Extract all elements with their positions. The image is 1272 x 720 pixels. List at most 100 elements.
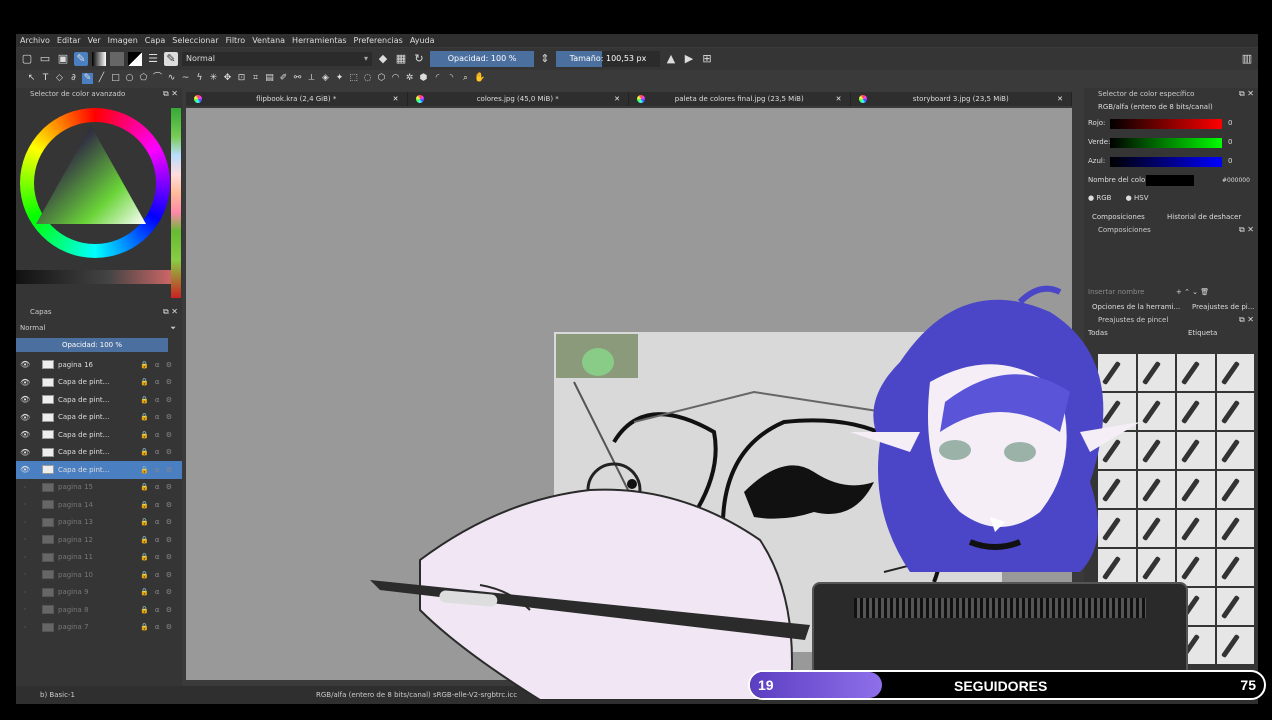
ellipse-select-icon[interactable]: ◌ xyxy=(362,73,373,84)
brush-preset-thumbnail[interactable] xyxy=(1177,393,1215,430)
brush-preset-thumbnail[interactable] xyxy=(1216,432,1254,469)
visibility-eye-icon[interactable]: · xyxy=(20,553,30,562)
layers-float-close-icon[interactable]: ⧉ ✕ xyxy=(163,306,178,318)
crop-tool-icon[interactable]: ⌗ xyxy=(250,73,261,84)
layer-lock-alpha-icon[interactable]: 🔒 α ⚙ xyxy=(140,501,174,509)
brush-preset-icon[interactable]: ✎ xyxy=(164,52,178,66)
move-tool-icon[interactable]: ✥ xyxy=(222,73,233,84)
reload-icon[interactable]: ↻ xyxy=(412,52,426,66)
polygon-select-icon[interactable]: ⬡ xyxy=(376,73,387,84)
red-value[interactable]: 0 xyxy=(1228,114,1232,133)
menu-imagen[interactable]: Imagen xyxy=(108,36,138,45)
calligraphy-icon[interactable]: ∂ xyxy=(68,73,79,84)
wrap-icon[interactable]: ⊞ xyxy=(700,52,714,66)
menu-editar[interactable]: Editar xyxy=(57,36,81,45)
tab-storyboard[interactable]: storyboard 3.jpg (23,5 MiB) ✕ xyxy=(851,92,1072,106)
brush-preset-thumbnail[interactable] xyxy=(1216,588,1254,625)
layer-row[interactable]: 👁 Capa de pint... 🔒 α ⚙ xyxy=(16,374,182,392)
pattern-swatch[interactable] xyxy=(110,52,124,66)
close-icon[interactable]: ✕ xyxy=(1057,92,1063,106)
brush-preset-thumbnail[interactable] xyxy=(1216,354,1254,391)
color-picker-icon[interactable]: ✐ xyxy=(278,73,289,84)
visibility-eye-icon[interactable]: · xyxy=(20,535,30,544)
layer-lock-alpha-icon[interactable]: 🔒 α ⚙ xyxy=(140,623,174,631)
brush-preset-thumbnail[interactable] xyxy=(1177,510,1215,547)
layer-row[interactable]: · pagina 14 🔒 α ⚙ xyxy=(16,496,182,514)
hsv-radio[interactable]: ● xyxy=(1126,194,1134,202)
layer-lock-alpha-icon[interactable]: 🔒 α ⚙ xyxy=(140,378,174,386)
opacity-slider[interactable]: Opacidad: 100 % xyxy=(430,51,534,67)
brush-preset-thumbnail[interactable] xyxy=(1177,471,1215,508)
brush-preset-thumbnail[interactable] xyxy=(1216,393,1254,430)
measure-tool-icon[interactable]: ⟂ xyxy=(306,73,317,84)
layers-blend-select[interactable]: Normal ⏷ xyxy=(16,320,182,336)
green-slider[interactable] xyxy=(1110,138,1222,148)
color-wheel-area[interactable] xyxy=(16,100,182,300)
layer-lock-alpha-icon[interactable]: 🔒 α ⚙ xyxy=(140,483,174,491)
contiguous-select-icon[interactable]: ✲ xyxy=(404,73,415,84)
visibility-eye-icon[interactable]: 👁 xyxy=(20,378,30,387)
edit-shapes-icon[interactable]: ◇ xyxy=(54,73,65,84)
layer-lock-alpha-icon[interactable]: 🔒 α ⚙ xyxy=(140,553,174,561)
layer-row[interactable]: · pagina 15 🔒 α ⚙ xyxy=(16,479,182,497)
color-model-select[interactable]: RGB/alfa (entero de 8 bits/canal) xyxy=(1084,100,1258,114)
layer-row[interactable]: · pagina 12 🔒 α ⚙ xyxy=(16,531,182,549)
blend-mode-select[interactable]: Normal xyxy=(182,52,372,66)
visibility-eye-icon[interactable]: · xyxy=(20,518,30,527)
dock-float-close-icon[interactable]: ⧉ ✕ xyxy=(1239,314,1254,326)
similar-select-icon[interactable]: ⬢ xyxy=(418,73,429,84)
brush-preset-thumbnail[interactable] xyxy=(1216,471,1254,508)
layer-lock-alpha-icon[interactable]: 🔒 α ⚙ xyxy=(140,536,174,544)
open-folder-icon[interactable]: ▭ xyxy=(38,52,52,66)
layer-lock-alpha-icon[interactable]: 🔒 α ⚙ xyxy=(140,588,174,596)
tab-brush-presets[interactable]: Preajustes de pi... xyxy=(1192,300,1254,314)
brush-preset-thumbnail[interactable] xyxy=(1177,354,1215,391)
pan-tool-icon[interactable]: ✋ xyxy=(474,73,485,84)
spin-arrows-icon[interactable]: ⇕ xyxy=(538,52,552,66)
layer-lock-alpha-icon[interactable]: 🔒 α ⚙ xyxy=(140,396,174,404)
menu-herramientas[interactable]: Herramientas xyxy=(292,36,347,45)
tab-flipbook[interactable]: flipbook.kra (2,4 GiB) * ✕ xyxy=(186,92,408,106)
rectangle-tool-icon[interactable]: □ xyxy=(110,73,121,84)
text-tool-icon[interactable]: T xyxy=(40,73,51,84)
visibility-eye-icon[interactable]: 👁 xyxy=(20,413,30,422)
color-history-strip[interactable] xyxy=(171,108,181,298)
menu-ver[interactable]: Ver xyxy=(88,36,101,45)
visibility-eye-icon[interactable]: 👁 xyxy=(20,448,30,457)
visibility-eye-icon[interactable]: 👁 xyxy=(20,395,30,404)
tag-button[interactable]: Etiqueta xyxy=(1188,326,1217,340)
layer-lock-alpha-icon[interactable]: 🔒 α ⚙ xyxy=(140,518,174,526)
close-icon[interactable]: ✕ xyxy=(614,92,620,106)
save-icon[interactable]: ▣ xyxy=(56,52,70,66)
menu-archivo[interactable]: Archivo xyxy=(20,36,50,45)
dynamic-brush-icon[interactable]: ϟ xyxy=(194,73,205,84)
polyline-tool-icon[interactable]: ⌒ xyxy=(152,73,163,84)
visibility-eye-icon[interactable]: 👁 xyxy=(20,465,30,474)
line-tool-icon[interactable]: ╱ xyxy=(96,73,107,84)
rect-select-icon[interactable]: ⬚ xyxy=(348,73,359,84)
brush-preset-thumbnail[interactable] xyxy=(1177,432,1215,469)
mirror-vertical-icon[interactable]: ▶ xyxy=(682,52,696,66)
assistant-tool-icon[interactable]: ⚯ xyxy=(292,73,303,84)
dock-float-close-icon[interactable]: ⧉ ✕ xyxy=(1239,88,1254,100)
polygon-tool-icon[interactable]: ⬠ xyxy=(138,73,149,84)
magnetic-select-icon[interactable]: ◝ xyxy=(446,73,457,84)
visibility-eye-icon[interactable]: 👁 xyxy=(20,360,30,369)
menu-preferencias[interactable]: Preferencias xyxy=(354,36,403,45)
layer-lock-alpha-icon[interactable]: 🔒 α ⚙ xyxy=(140,571,174,579)
layer-row[interactable]: · pagina 10 🔒 α ⚙ xyxy=(16,566,182,584)
layer-row[interactable]: · pagina 9 🔒 α ⚙ xyxy=(16,584,182,602)
visibility-eye-icon[interactable]: · xyxy=(20,605,30,614)
dock-float-close-icon[interactable]: ⧉ ✕ xyxy=(163,88,178,100)
layer-lock-alpha-icon[interactable]: 🔒 α ⚙ xyxy=(140,413,174,421)
layer-lock-alpha-icon[interactable]: 🔒 α ⚙ xyxy=(140,361,174,369)
menu-seleccionar[interactable]: Seleccionar xyxy=(172,36,218,45)
bezier-tool-icon[interactable]: ∿ xyxy=(166,73,177,84)
menu-ayuda[interactable]: Ayuda xyxy=(410,36,435,45)
menu-capa[interactable]: Capa xyxy=(145,36,165,45)
layer-row[interactable]: · pagina 8 🔒 α ⚙ xyxy=(16,601,182,619)
fg-bg-color-swatch[interactable] xyxy=(128,52,142,66)
layer-row[interactable]: · pagina 13 🔒 α ⚙ xyxy=(16,514,182,532)
gradient-swatch[interactable] xyxy=(92,52,106,66)
visibility-eye-icon[interactable]: · xyxy=(20,570,30,579)
